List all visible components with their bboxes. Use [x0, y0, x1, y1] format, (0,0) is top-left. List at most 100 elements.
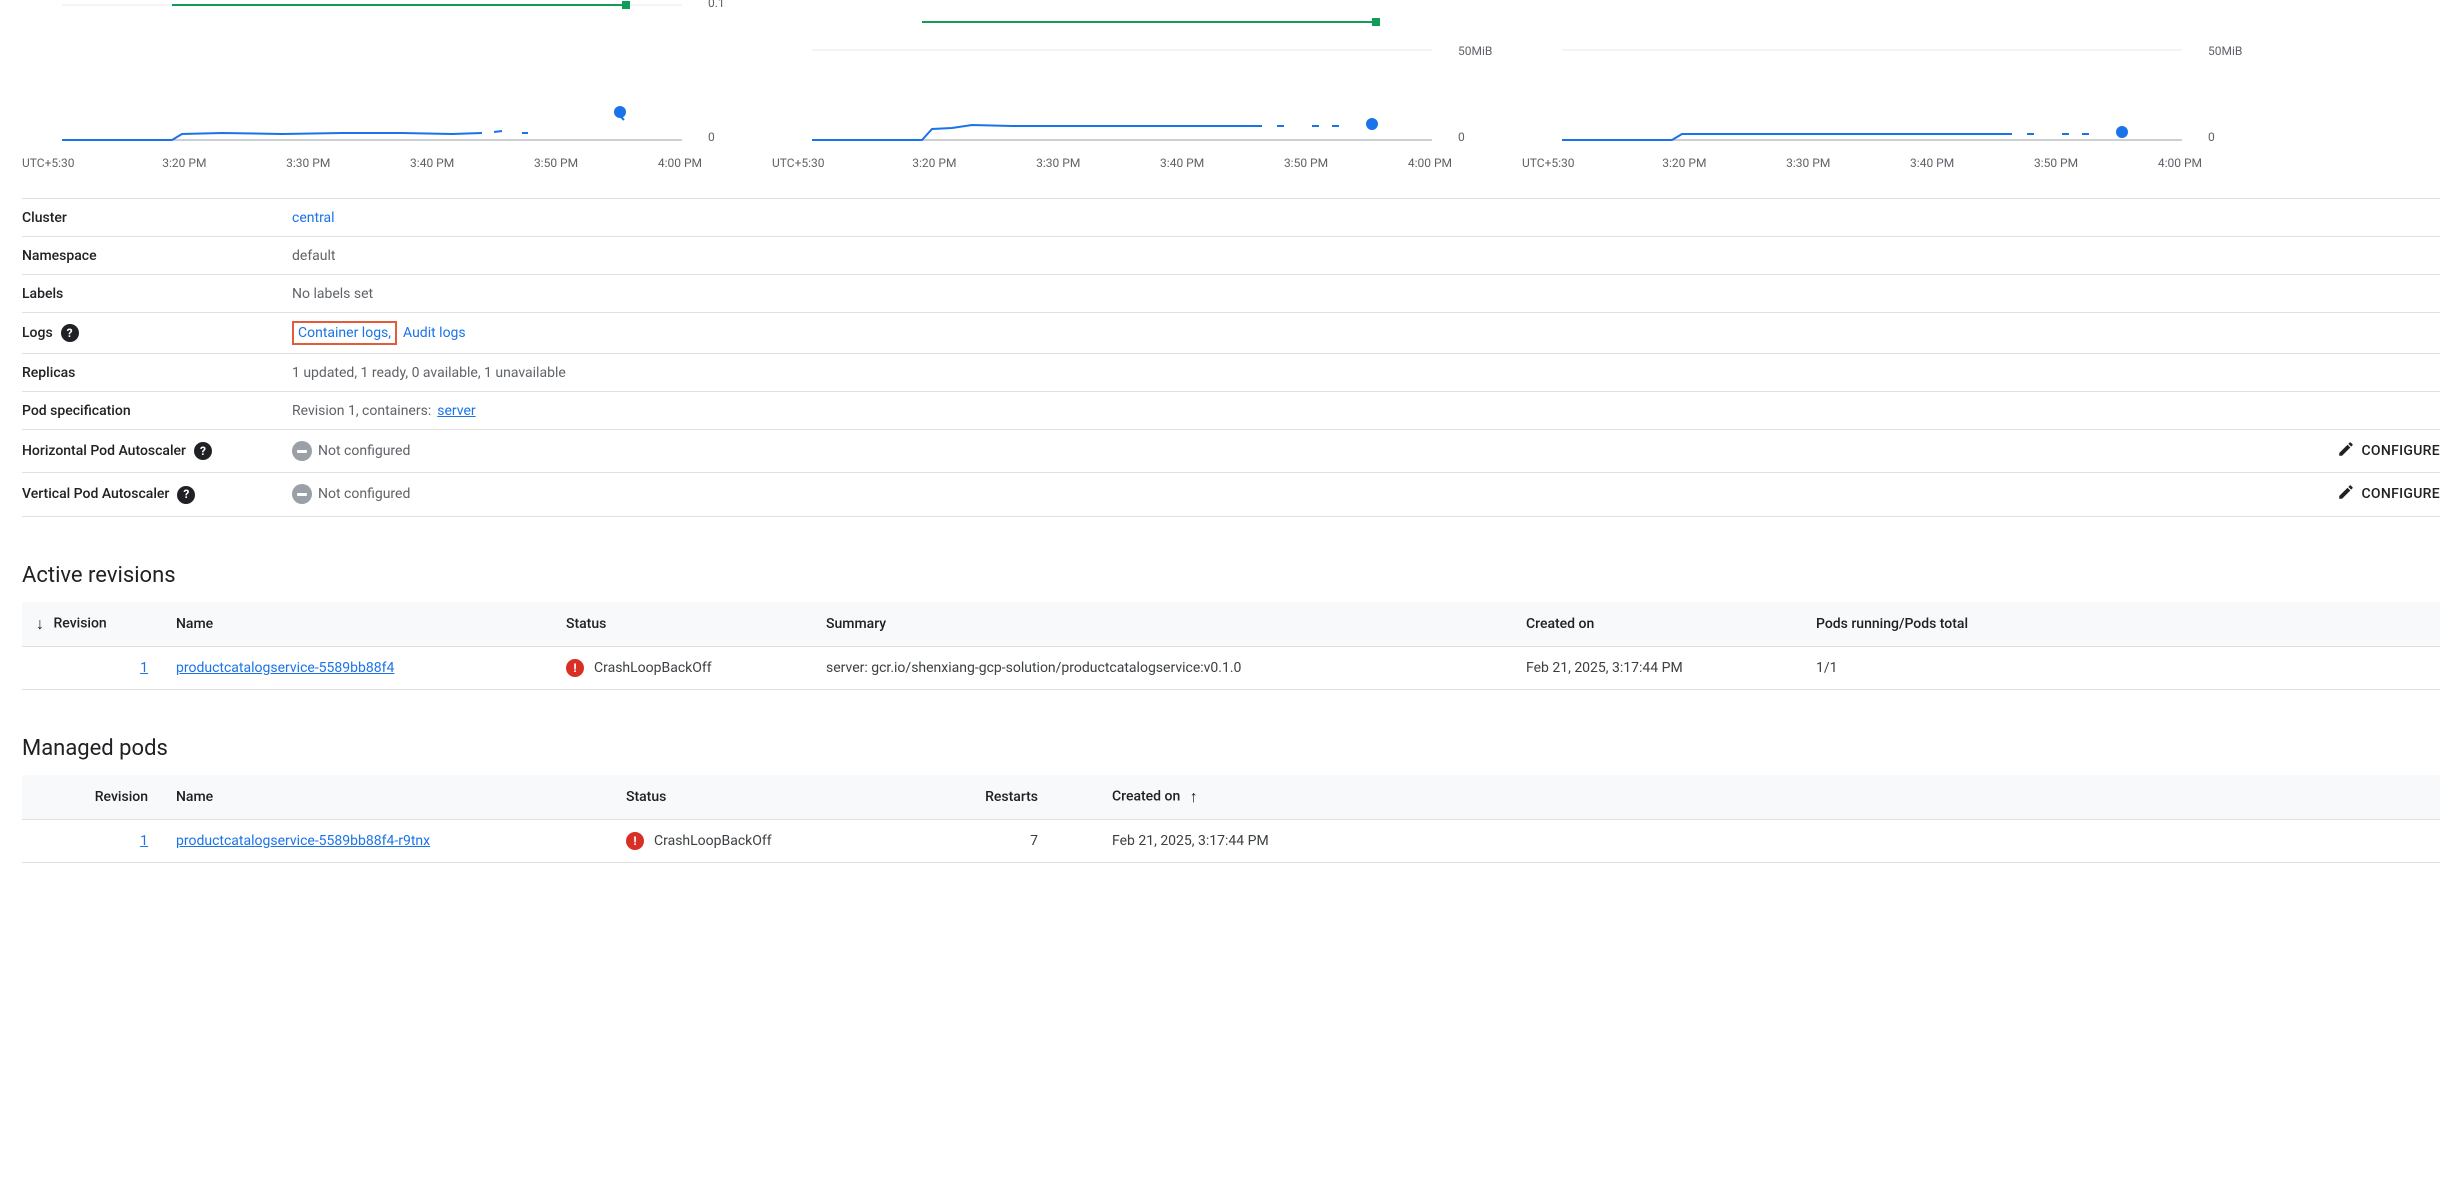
error-icon: ! — [626, 832, 644, 850]
link-container-logs[interactable]: Container logs, — [298, 325, 391, 341]
col-revision[interactable]: Revision — [22, 775, 162, 820]
link-revision[interactable]: 1 — [140, 833, 148, 849]
label-replicas: Replicas — [22, 365, 292, 381]
label-namespace: Namespace — [22, 248, 292, 264]
chart-panel-1: 0.1 0 UTC+5:30 3:20 PM 3:30 PM 3:40 PM 3… — [22, 0, 702, 170]
col-revision-label: Revision — [53, 615, 106, 631]
row-hpa: Horizontal Pod Autoscaler ? Not configur… — [22, 430, 2440, 473]
chart3-x-ticks: UTC+5:30 3:20 PM 3:30 PM 3:40 PM 3:50 PM… — [1522, 156, 2202, 170]
chart2-bottom-label: 0 — [1458, 130, 1465, 144]
table-row: 1 productcatalogservice-5589bb88f4-r9tnx… — [22, 819, 2440, 862]
link-audit-logs[interactable]: Audit logs — [403, 325, 466, 341]
help-icon[interactable]: ? — [194, 442, 212, 460]
chart1-xtick-1: 3:20 PM — [162, 156, 206, 170]
chart2-xtick-1: 3:20 PM — [912, 156, 956, 170]
value-podspec-prefix: Revision 1, containers: — [292, 403, 431, 419]
col-status[interactable]: Status — [612, 775, 912, 820]
error-icon: ! — [566, 659, 584, 677]
chart3-xtick-5: 4:00 PM — [2158, 156, 2202, 170]
label-labels: Labels — [22, 286, 292, 302]
col-summary[interactable]: Summary — [812, 602, 1512, 647]
chart3-xtick-2: 3:30 PM — [1786, 156, 1830, 170]
table-active-revisions: ↓ Revision Name Status Summary Created o… — [22, 602, 2440, 690]
chart1-xtick-5: 4:00 PM — [658, 156, 702, 170]
chart1-bottom-label: 0 — [708, 130, 715, 144]
col-name[interactable]: Name — [162, 775, 612, 820]
col-restarts[interactable]: Restarts — [912, 775, 1052, 820]
col-revision[interactable]: ↓ Revision — [22, 602, 162, 647]
sort-asc-icon: ↑ — [1190, 787, 1198, 807]
chart-panel-2: 50MiB 0 UTC+5:30 3:20 PM 3:30 PM 3:40 PM… — [772, 0, 1452, 170]
chart3-xtick-1: 3:20 PM — [1662, 156, 1706, 170]
col-created-on-label: Created on — [1112, 788, 1180, 804]
row-logs: Logs ? Container logs, Audit logs — [22, 313, 2440, 354]
chart1-xtick-tz: UTC+5:30 — [22, 156, 75, 170]
chart2-mid-label: 50MiB — [1458, 44, 1492, 58]
col-created-on[interactable]: Created on — [1512, 602, 1802, 647]
chart2-xtick-2: 3:30 PM — [1036, 156, 1080, 170]
configure-vpa-label: CONFIGURE — [2361, 486, 2440, 502]
not-configured-icon — [292, 484, 312, 504]
configure-hpa-label: CONFIGURE — [2361, 443, 2440, 459]
configure-vpa-button[interactable]: CONFIGURE — [2337, 483, 2440, 505]
summary-text: server: gcr.io/shenxiang-gcp-solution/pr… — [812, 646, 1512, 689]
chart3-xtick-3: 3:40 PM — [1910, 156, 1954, 170]
label-cluster: Cluster — [22, 210, 292, 226]
pencil-icon — [2337, 440, 2355, 462]
chart2-svg — [772, 0, 1432, 150]
pods-text: 1/1 — [1802, 646, 2440, 689]
value-labels: No labels set — [292, 286, 2440, 302]
configure-hpa-button[interactable]: CONFIGURE — [2337, 440, 2440, 462]
container-logs-highlight-box: Container logs, — [292, 321, 397, 345]
chart3-bottom-label: 0 — [2208, 130, 2215, 144]
row-vpa: Vertical Pod Autoscaler ? Not configured… — [22, 473, 2440, 516]
col-created-on[interactable]: Created on ↑ — [1052, 775, 2440, 820]
label-hpa-text: Horizontal Pod Autoscaler — [22, 440, 186, 462]
restarts-text: 7 — [912, 819, 1052, 862]
status-text: CrashLoopBackOff — [594, 660, 712, 676]
label-vpa: Vertical Pod Autoscaler ? — [22, 483, 292, 505]
chart2-xtick-4: 3:50 PM — [1284, 156, 1328, 170]
value-replicas: 1 updated, 1 ready, 0 available, 1 unava… — [292, 365, 2440, 381]
chart2-xtick-5: 4:00 PM — [1408, 156, 1452, 170]
value-vpa: Not configured — [318, 486, 410, 502]
row-labels: Labels No labels set — [22, 275, 2440, 313]
col-status[interactable]: Status — [552, 602, 812, 647]
not-configured-icon — [292, 441, 312, 461]
label-podspec: Pod specification — [22, 403, 292, 419]
sort-desc-icon: ↓ — [36, 614, 44, 634]
chart2-xtick-3: 3:40 PM — [1160, 156, 1204, 170]
help-icon[interactable]: ? — [61, 324, 79, 342]
label-vpa-text: Vertical Pod Autoscaler — [22, 483, 169, 505]
chart1-xtick-4: 3:50 PM — [534, 156, 578, 170]
row-namespace: Namespace default — [22, 237, 2440, 275]
chart1-x-ticks: UTC+5:30 3:20 PM 3:30 PM 3:40 PM 3:50 PM… — [22, 156, 702, 170]
table-managed-pods: Revision Name Status Restarts Created on… — [22, 775, 2440, 863]
details-section: Cluster central Namespace default Labels… — [22, 198, 2440, 517]
link-pod-name[interactable]: productcatalogservice-5589bb88f4-r9tnx — [176, 833, 430, 849]
chart3-xtick-4: 3:50 PM — [2034, 156, 2078, 170]
label-logs-text: Logs — [22, 325, 53, 341]
row-podspec: Pod specification Revision 1, containers… — [22, 392, 2440, 430]
link-cluster[interactable]: central — [292, 210, 335, 226]
help-icon[interactable]: ? — [177, 486, 195, 504]
col-pods[interactable]: Pods running/Pods total — [1802, 602, 2440, 647]
chart1-xtick-3: 3:40 PM — [410, 156, 454, 170]
link-podspec-server[interactable]: server — [437, 403, 475, 419]
col-name[interactable]: Name — [162, 602, 552, 647]
link-revision-name[interactable]: productcatalogservice-5589bb88f4 — [176, 660, 394, 676]
link-revision[interactable]: 1 — [140, 660, 148, 676]
chart2-xtick-tz: UTC+5:30 — [772, 156, 825, 170]
heading-managed-pods: Managed pods — [22, 736, 2440, 761]
value-namespace: default — [292, 248, 2440, 264]
label-hpa: Horizontal Pod Autoscaler ? — [22, 440, 292, 462]
chart1-svg — [22, 0, 682, 150]
created-on-text: Feb 21, 2025, 3:17:44 PM — [1512, 646, 1802, 689]
heading-active-revisions: Active revisions — [22, 563, 2440, 588]
created-on-text: Feb 21, 2025, 3:17:44 PM — [1052, 819, 2440, 862]
chart2-x-ticks: UTC+5:30 3:20 PM 3:30 PM 3:40 PM 3:50 PM… — [772, 156, 1452, 170]
chart3-xtick-tz: UTC+5:30 — [1522, 156, 1575, 170]
charts-row: 0.1 0 UTC+5:30 3:20 PM 3:30 PM 3:40 PM 3… — [22, 0, 2440, 170]
row-replicas: Replicas 1 updated, 1 ready, 0 available… — [22, 354, 2440, 392]
value-hpa: Not configured — [318, 443, 410, 459]
